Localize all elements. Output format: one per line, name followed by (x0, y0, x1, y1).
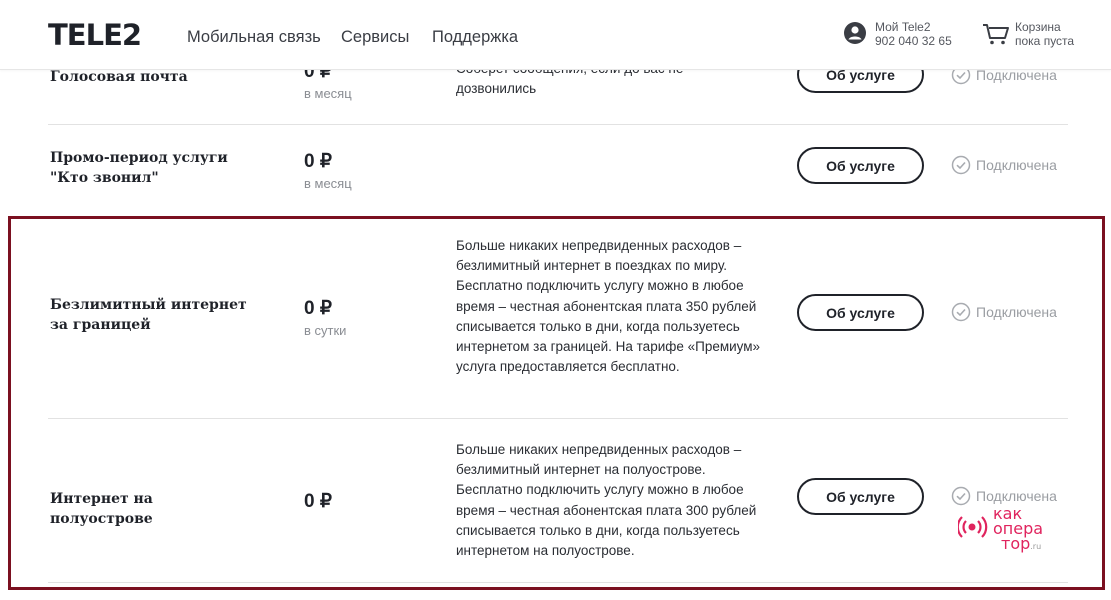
service-name: Безлимитный интернет за границей (50, 297, 247, 333)
service-period: в месяц (304, 86, 352, 101)
nav-mobile[interactable]: Мобильная связь (187, 28, 321, 47)
service-description: Больше никаких непредвиденных расходов –… (456, 238, 761, 375)
row-divider (48, 124, 1068, 125)
account-label: Мой Tele2 (875, 20, 931, 34)
about-service-button[interactable]: Об услуге (797, 478, 924, 515)
about-service-button[interactable]: Об услуге (797, 294, 924, 331)
service-name: Промо-период услуги "Кто звонил" (50, 150, 228, 186)
service-status: Подключена (951, 155, 1057, 175)
service-status: Подключена (951, 486, 1057, 506)
cart-status: пока пуста (1015, 34, 1075, 48)
service-price: 0 ₽ (304, 491, 332, 512)
watermark-suffix: .ru (1030, 542, 1042, 551)
service-description: Больше никаких непредвиденных расходов –… (456, 442, 757, 559)
check-circle-icon (951, 302, 971, 322)
service-period: в месяц (304, 176, 352, 191)
service-period: в сутки (304, 323, 347, 338)
watermark-text: как опера тор.ru (993, 506, 1043, 554)
status-label: Подключена (976, 304, 1057, 320)
watermark-signal-icon (958, 516, 988, 538)
cart-label: Корзина (1015, 20, 1061, 34)
row-divider (48, 418, 1068, 419)
service-name: Интернет на полуострове (50, 491, 153, 527)
account-icon[interactable] (843, 21, 867, 45)
watermark-line-3: тор (1001, 534, 1031, 553)
tele2-logo[interactable]: TELE2 (48, 18, 142, 52)
check-circle-icon (951, 155, 971, 175)
nav-support[interactable]: Поддержка (432, 28, 518, 47)
check-circle-icon (951, 486, 971, 506)
nav-services[interactable]: Сервисы (341, 28, 409, 47)
service-name: Голосовая почта (50, 69, 188, 85)
service-price: 0 ₽ (304, 151, 332, 172)
site-header: TELE2 Мобильная связь Сервисы Поддержка … (0, 0, 1111, 70)
account-link[interactable]: Мой Tele2 902 040 32 65 (875, 20, 952, 48)
service-status: Подключена (951, 302, 1057, 322)
status-label: Подключена (976, 157, 1057, 173)
row-divider (48, 582, 1068, 583)
row-divider (48, 216, 1068, 217)
status-label: Подключена (976, 488, 1057, 504)
service-price: 0 ₽ (304, 298, 332, 319)
cart-icon[interactable] (982, 22, 1010, 46)
cart-link[interactable]: Корзина пока пуста (1015, 20, 1074, 48)
account-phone: 902 040 32 65 (875, 34, 952, 48)
about-service-button[interactable]: Об услуге (797, 147, 924, 184)
